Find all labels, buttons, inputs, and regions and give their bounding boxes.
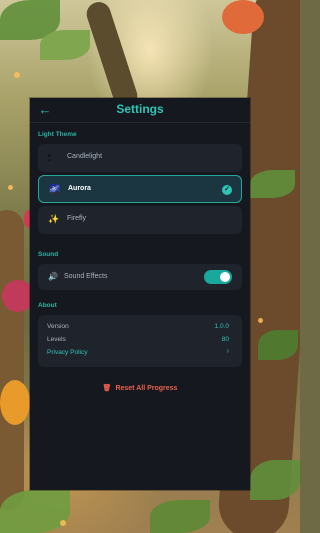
sound-effects-toggle[interactable] (204, 270, 232, 284)
leaf (0, 490, 70, 533)
bubble (8, 185, 13, 190)
tree-trunk-left (0, 210, 24, 510)
theme-option-candlelight[interactable]: 🕯 Candlelight (38, 144, 242, 172)
candle-icon: 🕯 (48, 152, 51, 162)
settings-panel: ← Settings Light Theme 🕯 Candlelight 🌌 A… (30, 98, 250, 490)
levels-row: Levels 80 (47, 336, 233, 346)
version-row: Version 1.0.0 (47, 323, 233, 333)
orange-fruit (0, 380, 30, 425)
galaxy-icon: 🌌 (49, 184, 61, 194)
sound-effects-label: Sound Effects (64, 273, 108, 280)
chevron-right-icon: › (226, 348, 229, 355)
levels-label: Levels (47, 336, 66, 343)
about-card: Version 1.0.0 Levels 80 Privacy Policy › (38, 315, 242, 367)
check-icon: ✓ (222, 185, 232, 195)
levels-value: 80 (221, 336, 229, 343)
leaf (40, 30, 90, 60)
theme-label: Candlelight (67, 153, 103, 160)
toggle-knob (220, 272, 230, 282)
section-label-about: About (38, 302, 57, 309)
header: ← Settings (30, 98, 250, 122)
version-label: Version (47, 323, 69, 330)
reset-progress-button[interactable]: 🗑 Reset All Progress (90, 384, 190, 396)
orange-fruit (222, 0, 264, 34)
section-label-sound: Sound (38, 251, 59, 258)
privacy-policy-label: Privacy Policy (47, 349, 88, 356)
header-divider (30, 122, 250, 123)
page-title: Settings (116, 102, 164, 116)
sparkles-icon: ✨ (48, 214, 60, 224)
bubble (60, 520, 66, 526)
speaker-icon: 🔊 (48, 272, 58, 281)
version-value: 1.0.0 (214, 323, 229, 330)
branch (83, 0, 141, 112)
leaf (250, 170, 295, 198)
theme-option-firefly[interactable]: ✨ Firefly (38, 206, 242, 234)
reset-label: Reset All Progress (115, 385, 178, 392)
theme-label: Aurora (68, 185, 91, 192)
leaf (258, 330, 298, 360)
section-label-light-theme: Light Theme (38, 131, 77, 138)
bubble (258, 318, 263, 323)
theme-label: Firefly (67, 215, 87, 222)
privacy-policy-link[interactable]: Privacy Policy › (47, 348, 233, 359)
bubble (14, 72, 20, 78)
leaf (250, 460, 300, 500)
sound-effects-row: 🔊 Sound Effects (38, 264, 242, 290)
theme-option-aurora[interactable]: 🌌 Aurora ✓ (38, 175, 242, 203)
trash-icon: 🗑 (102, 385, 112, 392)
leaf (150, 500, 210, 533)
